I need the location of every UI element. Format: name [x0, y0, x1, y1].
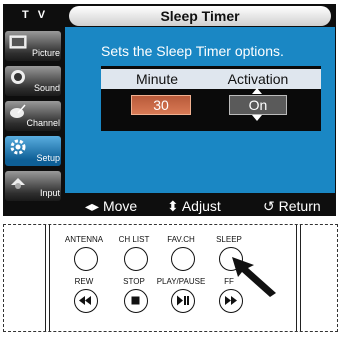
sidebar-item-sound[interactable]: Sound: [3, 63, 65, 98]
menu-footer: ◂▸ Move ⬍ Adjust ↺ Return: [65, 196, 335, 216]
sidebar-item-label: Picture: [31, 48, 60, 58]
play-pause-icon: [177, 295, 189, 306]
up-arrow-icon: [252, 88, 262, 94]
sidebar: Picture Sound Channel Setup Input: [3, 28, 65, 203]
remote-edge-left: [45, 225, 46, 331]
setup-icon: [10, 139, 26, 155]
sidebar-item-picture[interactable]: Picture: [3, 28, 65, 63]
remote-panel: ANTENNA CH LIST FAV.CH SLEEP REW STOP PL…: [3, 224, 338, 332]
move-hint: ◂▸ Move: [85, 198, 138, 214]
minute-column-header: Minute: [135, 71, 179, 87]
remote-edge-left-inner: [49, 225, 50, 331]
menu-title: Sleep Timer: [69, 6, 331, 26]
return-hint: ↺ Return: [263, 198, 321, 214]
fast-forward-icon: [225, 296, 237, 305]
activation-value[interactable]: On: [229, 95, 287, 115]
down-arrow-icon: [252, 115, 262, 121]
rewind-icon: [79, 296, 91, 305]
sidebar-item-setup[interactable]: Setup: [3, 133, 65, 168]
tv-menu: T V Sleep Timer Picture Sound Channel Se…: [3, 4, 336, 216]
channel-icon: [10, 104, 26, 118]
picture-icon: [9, 35, 27, 49]
stop-icon: [131, 296, 140, 305]
adjust-hint: ⬍ Adjust: [167, 198, 221, 214]
tv-label: T V: [21, 9, 49, 21]
menu-description: Sets the Sleep Timer options.: [101, 43, 284, 59]
activation-column-header: Activation: [227, 71, 289, 87]
sleep-label: SLEEP: [216, 235, 242, 244]
remote-edge-right: [296, 225, 297, 331]
sidebar-item-label: Channel: [26, 118, 60, 128]
remote-edge-right-inner: [300, 225, 301, 331]
sidebar-item-input[interactable]: Input: [3, 168, 65, 203]
minute-value[interactable]: 30: [131, 95, 191, 115]
ff-label: FF: [224, 277, 234, 286]
sidebar-item-channel[interactable]: Channel: [3, 98, 65, 133]
sound-icon: [11, 70, 25, 84]
sidebar-item-label: Sound: [33, 83, 60, 93]
input-icon: [11, 178, 25, 189]
sidebar-item-label: Setup: [36, 153, 60, 163]
sidebar-item-label: Input: [39, 188, 60, 198]
